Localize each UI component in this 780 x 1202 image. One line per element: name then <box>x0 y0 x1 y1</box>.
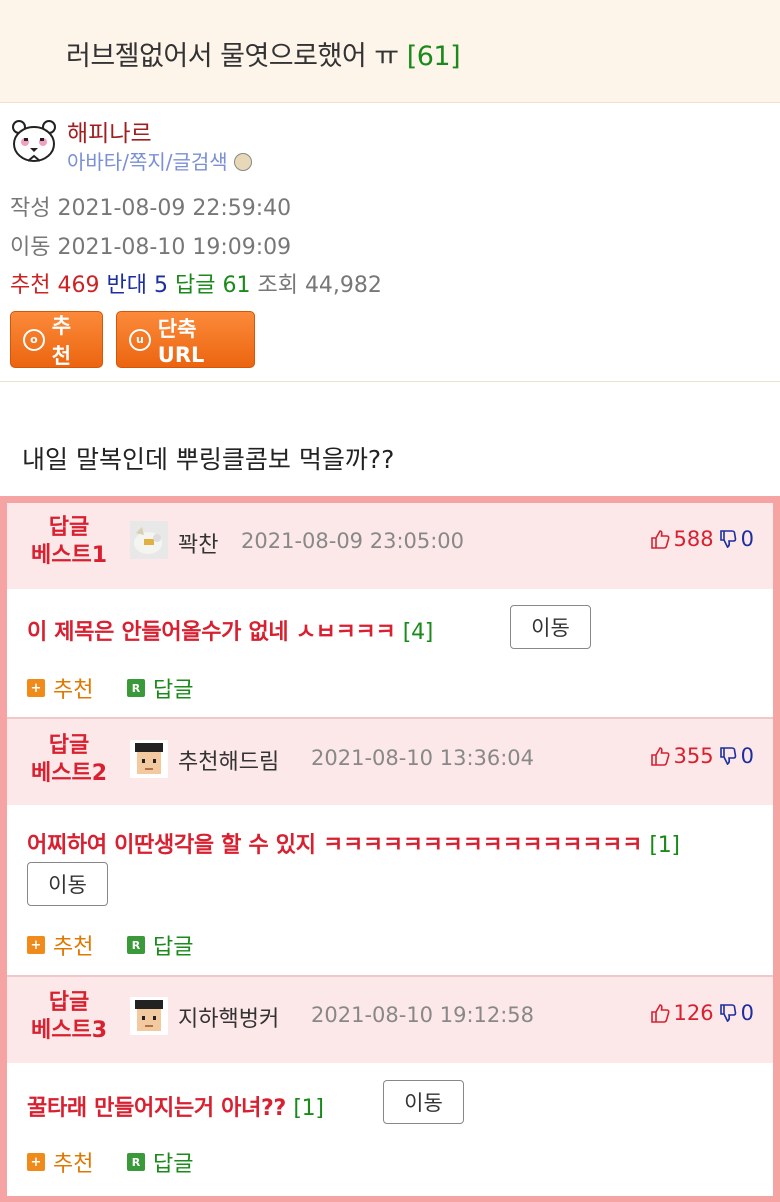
comment-recommend-link[interactable]: + 추천 <box>27 929 93 961</box>
view-count: 44,982 <box>304 273 382 298</box>
reply-count: 61 <box>222 273 251 298</box>
author-links-text[interactable]: 아바타/쪽지/글검색 <box>67 150 228 174</box>
plus-icon: + <box>27 936 45 954</box>
move-button[interactable]: 이동 <box>27 862 108 906</box>
thumbs-up-icon[interactable] <box>649 1002 671 1024</box>
post-title-bar: 러브젤없어서 물엿으로했어 ㅠ [61] <box>0 0 780 103</box>
reply-r-icon: R <box>127 1153 145 1171</box>
comment-text: 어찌하여 이딴생각을 할 수 있지 ㅋㅋㅋㅋㅋㅋㅋㅋㅋㅋㅋㅋㅋㅋㅋㅋ [1] <box>27 833 680 858</box>
reply-r-icon: R <box>127 679 145 697</box>
best-label: 답글 베스트1 <box>30 515 108 568</box>
plus-icon: + <box>27 679 45 697</box>
comment-recommend-link[interactable]: + 추천 <box>27 1146 93 1178</box>
comment-reply-link[interactable]: R 답글 <box>127 1146 193 1178</box>
oppose-count: 5 <box>153 273 168 298</box>
comment-votes[interactable]: 588 0 <box>649 527 754 551</box>
comment-date: 2021-08-10 19:12:58 <box>311 1003 535 1027</box>
author-links[interactable]: 아바타/쪽지/글검색 <box>67 146 252 175</box>
comment-text: 꿀타래 만들어지는거 아녀?? [1] <box>27 1096 324 1121</box>
post-reply-count: [61] <box>406 41 461 72</box>
cat-avatar-icon[interactable] <box>130 521 168 559</box>
recommend-circle-icon: o <box>23 328 45 351</box>
comment-text: 이 제목은 안들어올수가 없네 ㅅㅂㅋㅋㅋ [4] <box>27 620 434 645</box>
comment-date: 2021-08-09 23:05:00 <box>241 529 465 553</box>
plus-icon: + <box>27 1153 45 1171</box>
pixel-face-avatar-icon[interactable] <box>130 740 168 778</box>
thumbs-up-icon[interactable] <box>649 745 671 767</box>
bear-avatar-icon[interactable] <box>10 118 58 166</box>
short-url-button[interactable]: u 단축URL <box>116 311 255 368</box>
thumbs-down-icon[interactable] <box>718 528 738 550</box>
thumbs-up-icon[interactable] <box>649 528 671 550</box>
comment-votes[interactable]: 355 0 <box>649 744 754 768</box>
url-circle-icon: u <box>129 328 151 351</box>
comment-recommend-link[interactable]: + 추천 <box>27 672 93 704</box>
pixel-face-avatar-icon[interactable] <box>130 997 168 1035</box>
thumbs-down-icon[interactable] <box>718 1002 738 1024</box>
recommend-button[interactable]: o 추천 <box>10 311 103 368</box>
best-label: 답글 베스트3 <box>30 990 108 1043</box>
move-button[interactable]: 이동 <box>383 1080 464 1124</box>
comment-nickname[interactable]: 추천해드림 <box>178 744 279 776</box>
comment-nickname[interactable]: 꽉찬 <box>178 527 218 559</box>
comment-reply-link[interactable]: R 답글 <box>127 929 193 961</box>
author-nickname[interactable]: 해피나르 <box>67 114 152 148</box>
best-label: 답글 베스트2 <box>30 733 108 786</box>
moved-date: 이동 2021-08-10 19:09:09 <box>10 235 292 260</box>
move-button[interactable]: 이동 <box>510 605 591 649</box>
comment-nickname[interactable]: 지하핵벙커 <box>178 1001 279 1033</box>
recommend-count: 469 <box>57 273 100 298</box>
reply-r-icon: R <box>127 936 145 954</box>
post-stats: 추천 469 반대 5 답글 61 조회 44,982 <box>10 273 382 298</box>
written-date: 작성 2021-08-09 22:59:40 <box>10 196 292 221</box>
post-title: 러브젤없어서 물엿으로했어 ㅠ [61] <box>66 41 461 72</box>
comment-votes[interactable]: 126 0 <box>649 1001 754 1025</box>
level-badge-icon <box>233 153 252 171</box>
thumbs-down-icon[interactable] <box>718 745 738 767</box>
comment-date: 2021-08-10 13:36:04 <box>311 746 535 770</box>
post-body: 내일 말복인데 뿌링클콤보 먹을까?? <box>22 445 395 474</box>
comment-body <box>7 589 773 717</box>
comment-reply-link[interactable]: R 답글 <box>127 672 193 704</box>
